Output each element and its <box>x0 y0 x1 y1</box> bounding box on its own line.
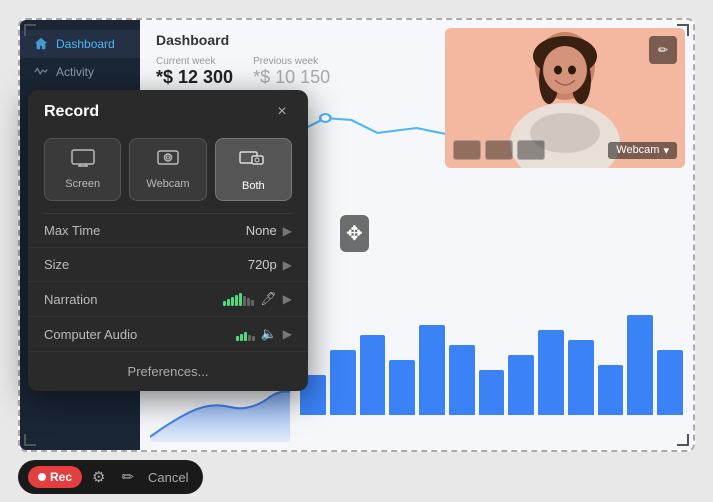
vol-seg-4 <box>235 295 238 306</box>
both-icon <box>239 149 267 174</box>
size-value: 720p <box>248 257 277 272</box>
webcam-icon <box>156 149 180 172</box>
record-types-row: Screen Webcam Both <box>28 130 308 213</box>
audio-arrow[interactable]: ▶ <box>283 327 292 341</box>
sidebar-label-activity: Activity <box>56 65 94 79</box>
webcam-preview: ✏ Webcam ▾ <box>445 28 685 168</box>
settings-icon-btn[interactable]: ⚙ <box>86 466 111 488</box>
webcam-controls: Webcam ▾ <box>453 140 677 160</box>
webcam-type-label[interactable]: Webcam ▾ <box>608 142 677 159</box>
rec-dot <box>38 473 46 481</box>
computer-audio-label: Computer Audio <box>44 327 236 342</box>
webcam-ctrl-pip[interactable] <box>485 140 513 160</box>
current-week-stat: Current week *$ 12 300 <box>156 56 233 88</box>
bar-11 <box>598 365 624 415</box>
sidebar-label-dashboard: Dashboard <box>56 37 115 51</box>
bar-7 <box>479 370 505 415</box>
record-modal: Record × Screen We <box>28 90 308 391</box>
bar-3 <box>360 335 386 415</box>
vol-seg-2 <box>227 299 230 306</box>
webcam-label-text: Webcam <box>616 144 659 156</box>
avol-seg-5 <box>252 336 255 341</box>
cancel-button[interactable]: Cancel <box>144 468 192 487</box>
bar-6 <box>449 345 475 415</box>
record-type-screen[interactable]: Screen <box>44 138 121 201</box>
narration-arrow[interactable]: ▶ <box>283 292 292 306</box>
vol-seg-6 <box>243 296 246 306</box>
webcam-dropdown-icon: ▾ <box>663 144 669 157</box>
webcam-ctrl-screen[interactable] <box>453 140 481 160</box>
move-handle[interactable]: ✥ <box>340 215 369 252</box>
previous-week-stat: Previous week *$ 10 150 <box>253 56 330 88</box>
vol-seg-7 <box>247 298 250 306</box>
avol-seg-4 <box>248 335 251 341</box>
max-time-value: None <box>246 223 277 238</box>
vol-seg-8 <box>251 300 254 306</box>
bar-5 <box>419 325 445 415</box>
resize-handle-bl[interactable] <box>24 434 36 446</box>
modal-title: Record <box>44 103 99 121</box>
screen-icon <box>71 149 95 172</box>
previous-week-value: *$ 10 150 <box>253 67 330 88</box>
resize-handle-tr[interactable] <box>677 24 689 36</box>
bar-13 <box>657 350 683 415</box>
webcam-ctrl-full[interactable] <box>517 140 545 160</box>
size-row: Size 720p ▶ <box>28 248 308 282</box>
resize-handle-tl[interactable] <box>24 24 36 36</box>
size-arrow[interactable]: ▶ <box>283 258 292 272</box>
record-type-webcam[interactable]: Webcam <box>129 138 206 201</box>
mic-icon: 🖊 <box>260 291 277 307</box>
bar-12 <box>627 315 653 415</box>
vol-seg-1 <box>223 301 226 306</box>
narration-volume-bar <box>223 292 254 306</box>
bar-9 <box>538 330 564 415</box>
both-type-label: Both <box>242 180 265 192</box>
modal-header: Record × <box>28 90 308 130</box>
webcam-type-label-modal: Webcam <box>146 178 189 190</box>
screen-type-label: Screen <box>65 178 100 190</box>
vol-seg-3 <box>231 297 234 306</box>
avol-seg-3 <box>244 332 247 341</box>
sidebar-item-dashboard[interactable]: Dashboard <box>20 30 140 58</box>
computer-audio-row: Computer Audio 🔈 ▶ <box>28 317 308 352</box>
max-time-label: Max Time <box>44 223 246 238</box>
current-week-label: Current week <box>156 56 233 67</box>
vol-seg-5 <box>239 293 242 306</box>
activity-icon <box>34 65 48 79</box>
avol-seg-2 <box>240 334 243 341</box>
narration-row: Narration 🖊 ▶ <box>28 282 308 317</box>
sidebar-item-activity[interactable]: Activity <box>20 58 140 86</box>
current-week-value: *$ 12 300 <box>156 67 233 88</box>
rec-label: Rec <box>50 470 72 484</box>
avol-seg-1 <box>236 336 239 341</box>
narration-label: Narration <box>44 292 223 307</box>
bar-4 <box>389 360 415 415</box>
bar-chart <box>300 315 683 415</box>
modal-close-button[interactable]: × <box>272 102 292 122</box>
resize-handle-br[interactable] <box>677 434 689 446</box>
max-time-arrow[interactable]: ▶ <box>283 224 292 238</box>
preferences-button[interactable]: Preferences... <box>28 352 308 391</box>
max-time-row: Max Time None ▶ <box>28 214 308 248</box>
record-type-both[interactable]: Both <box>215 138 292 201</box>
webcam-edit-button[interactable]: ✏ <box>649 36 677 64</box>
rec-button[interactable]: Rec <box>28 466 82 488</box>
home-icon <box>34 37 48 51</box>
previous-week-label: Previous week <box>253 56 330 67</box>
bar-8 <box>508 355 534 415</box>
bar-2 <box>330 350 356 415</box>
bottom-bar: Rec ⚙ ✏ Cancel <box>18 460 203 494</box>
size-label: Size <box>44 257 248 272</box>
audio-volume-bar <box>236 327 255 341</box>
edit-icon-btn[interactable]: ✏ <box>115 466 140 488</box>
bar-10 <box>568 340 594 415</box>
speaker-icon: 🔈 <box>261 326 277 342</box>
